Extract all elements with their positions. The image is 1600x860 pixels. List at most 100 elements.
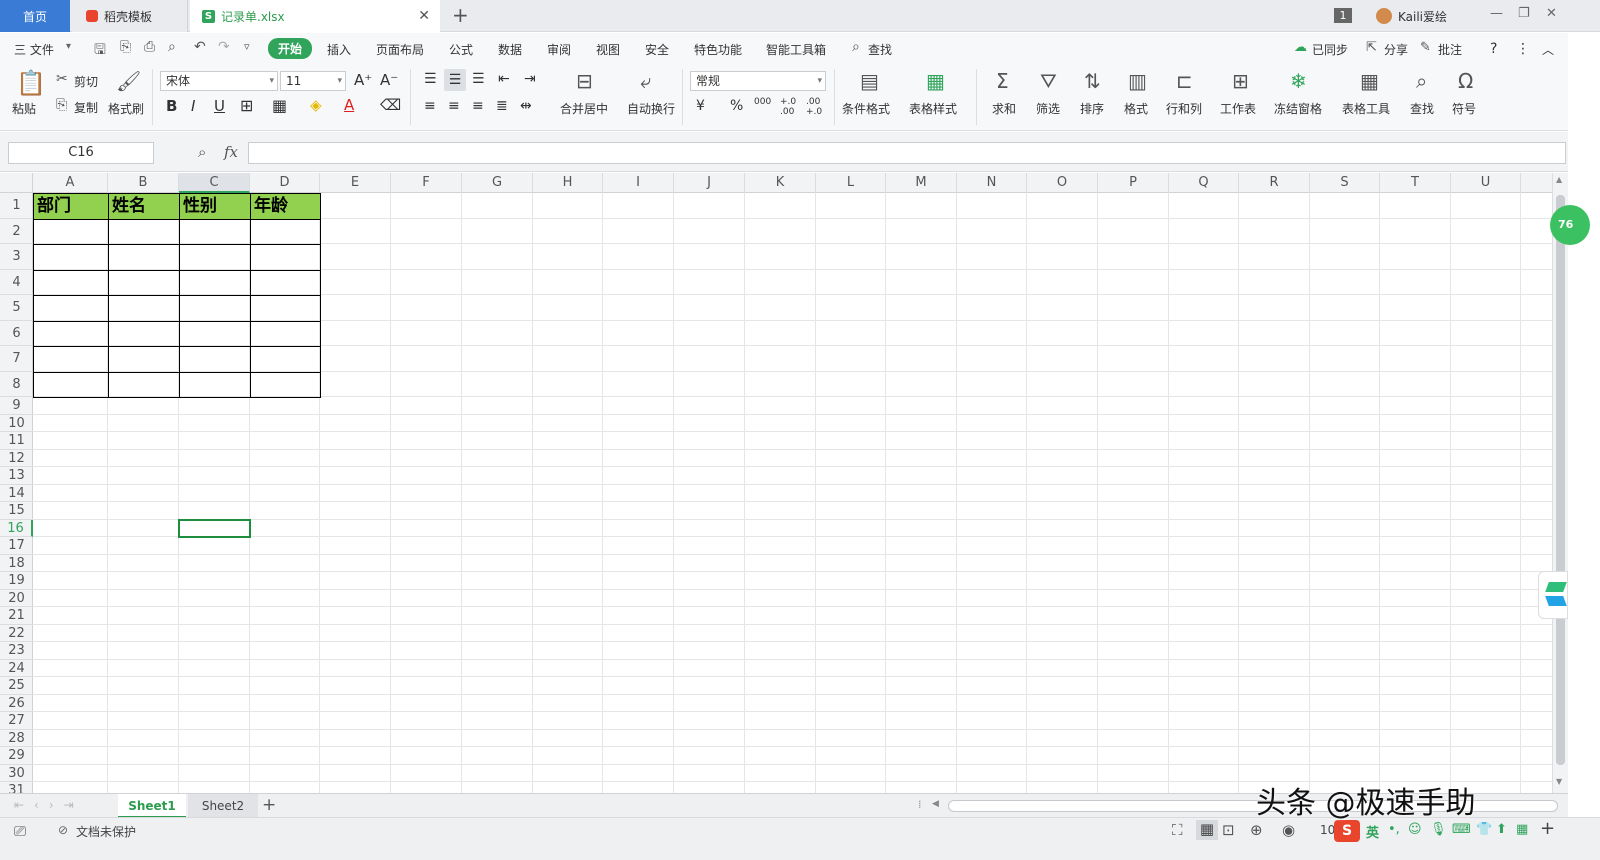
row-column-icon[interactable]: ⊏ <box>1176 69 1193 93</box>
worksheet-icon[interactable]: ⊞ <box>1232 69 1249 93</box>
fullscreen-icon[interactable]: ⛶ <box>1172 821 1183 839</box>
fill-color-icon[interactable]: ◈ <box>310 96 322 114</box>
row-header-17[interactable]: 17 <box>0 537 33 555</box>
zoom-formula-icon[interactable]: ⌕ <box>198 143 206 161</box>
align-middle-icon[interactable]: ☰ <box>444 69 466 91</box>
row-header-14[interactable]: 14 <box>0 485 33 502</box>
table-style-icon[interactable]: ▦ <box>926 69 945 93</box>
add-sheet-button[interactable]: + <box>262 795 276 815</box>
cut-button[interactable]: 剪切 <box>74 73 98 90</box>
table-cell[interactable] <box>179 218 251 245</box>
ime-language[interactable]: 英 <box>1366 822 1379 841</box>
increase-decimal-button[interactable]: +.0 .00 <box>780 97 800 117</box>
border-icon[interactable]: ⊞ <box>240 96 253 115</box>
sync-status[interactable]: 已同步 <box>1312 41 1348 58</box>
increase-font-icon[interactable]: A⁺ <box>354 71 372 89</box>
comment-icon[interactable]: ✎ <box>1420 40 1431 55</box>
number-format-select[interactable]: 常规 <box>690 71 826 91</box>
column-header-a[interactable]: A <box>33 173 108 193</box>
currency-icon[interactable]: ¥ <box>696 98 705 114</box>
worksheet-button[interactable]: 工作表 <box>1220 100 1256 117</box>
menu-smart-tools[interactable]: 智能工具箱 <box>766 41 826 58</box>
table-cell[interactable] <box>250 320 321 347</box>
row-header-27[interactable]: 27 <box>0 712 33 730</box>
spreadsheet-grid[interactable]: ABCDEFGHIJKLMNOPQRSTU 1 2 3 4 5 6 7 8 9 10 11 12 13 1… <box>0 173 1552 793</box>
cell-style-icon[interactable]: ▦ <box>272 96 287 115</box>
align-right-icon[interactable]: ≡ <box>472 98 484 114</box>
ime-shirt-icon[interactable]: ⬆ <box>1496 822 1507 837</box>
table-cell[interactable] <box>108 320 180 347</box>
file-menu[interactable]: 三 文件 <box>14 41 54 58</box>
name-box[interactable]: C16 <box>8 142 154 164</box>
conditional-format-button[interactable]: 条件格式 <box>842 100 890 117</box>
row-header-2[interactable]: 2 <box>0 219 33 244</box>
page-break-view-icon[interactable]: ⊡ <box>1222 821 1235 839</box>
align-bottom-icon[interactable]: ☰ <box>472 71 485 87</box>
align-top-icon[interactable]: ☰ <box>424 71 437 87</box>
table-cell[interactable] <box>179 346 251 373</box>
search-icon[interactable]: ⌕ <box>852 39 860 55</box>
column-header-i[interactable]: I <box>603 173 674 193</box>
scroll-up-icon[interactable]: ▲ <box>1556 175 1562 184</box>
table-cell[interactable] <box>33 218 109 245</box>
reading-mode-icon[interactable]: ⊕ <box>1250 821 1263 839</box>
column-header-o[interactable]: O <box>1027 173 1098 193</box>
thousands-button[interactable]: 000 <box>754 97 771 107</box>
copy-button[interactable]: 复制 <box>74 99 98 116</box>
column-header-s[interactable]: S <box>1310 173 1380 193</box>
merge-center-button[interactable]: 合并居中 <box>560 100 608 117</box>
ime-skin-icon[interactable]: 👕 <box>1476 822 1492 837</box>
select-all-corner[interactable] <box>0 173 33 193</box>
new-tab-button[interactable]: + <box>452 3 469 27</box>
save-icon[interactable]: 🖫 <box>94 39 106 63</box>
ime-tools-icon[interactable]: ▦ <box>1516 822 1528 837</box>
row-header-8[interactable]: 8 <box>0 372 33 397</box>
comment-button[interactable]: 批注 <box>1438 41 1462 58</box>
window-count-badge[interactable]: 1 <box>1334 8 1352 23</box>
menu-data[interactable]: 数据 <box>498 41 522 58</box>
table-header-cell[interactable]: 姓名 <box>108 193 180 220</box>
fx-button[interactable]: fx <box>224 143 238 161</box>
table-cell[interactable] <box>108 269 180 296</box>
italic-button[interactable]: I <box>191 97 195 115</box>
column-header-j[interactable]: J <box>674 173 745 193</box>
menu-review[interactable]: 审阅 <box>547 41 571 58</box>
paste-icon[interactable]: 📋 <box>16 69 46 97</box>
active-cell-cursor[interactable] <box>178 518 251 538</box>
menu-security[interactable]: 安全 <box>645 41 669 58</box>
row-header-18[interactable]: 18 <box>0 555 33 572</box>
wrap-text-icon[interactable]: ⤶ <box>640 69 651 93</box>
ime-voice-icon[interactable]: 🎙 <box>1430 822 1447 837</box>
column-header-l[interactable]: L <box>816 173 886 193</box>
table-cell[interactable] <box>108 295 180 322</box>
sort-button[interactable]: 排序 <box>1080 100 1104 117</box>
table-cell[interactable] <box>179 269 251 296</box>
row-header-19[interactable]: 19 <box>0 572 33 590</box>
table-cell[interactable] <box>250 346 321 373</box>
share-icon[interactable]: ⇱ <box>1366 40 1377 55</box>
format-painter-button[interactable]: 格式刷 <box>108 100 144 117</box>
table-cell[interactable] <box>108 346 180 373</box>
table-cell[interactable] <box>179 295 251 322</box>
column-header-q[interactable]: Q <box>1169 173 1239 193</box>
tab-split-handle[interactable]: ⁞ <box>918 798 922 811</box>
menu-page-layout[interactable]: 页面布局 <box>376 41 424 58</box>
indent-increase-icon[interactable]: ⇥ <box>524 71 536 87</box>
find-button[interactable]: 查找 <box>1410 100 1434 117</box>
share-button[interactable]: 分享 <box>1384 41 1408 58</box>
table-cell[interactable] <box>179 320 251 347</box>
format-painter-icon[interactable]: 🖌 <box>116 69 141 93</box>
row-header-5[interactable]: 5 <box>0 295 33 321</box>
help-icon[interactable]: ? <box>1490 41 1497 57</box>
zoom-in-button[interactable]: + <box>1540 818 1555 839</box>
table-cell[interactable] <box>250 295 321 322</box>
row-header-24[interactable]: 24 <box>0 660 33 677</box>
table-header-cell[interactable]: 年龄 <box>250 193 321 220</box>
scroll-thumb[interactable] <box>1556 195 1565 765</box>
menu-formula[interactable]: 公式 <box>449 41 473 58</box>
menu-home[interactable]: 开始 <box>268 38 313 59</box>
row-header-26[interactable]: 26 <box>0 695 33 712</box>
macro-icon[interactable]: ⎚ <box>14 822 26 840</box>
column-header-k[interactable]: K <box>745 173 816 193</box>
undo-icon[interactable]: ↶ <box>194 39 206 55</box>
